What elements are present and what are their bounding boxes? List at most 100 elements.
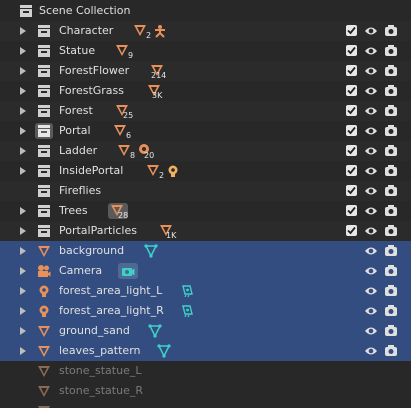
collection-row-insideportal[interactable]: InsidePortal 2 xyxy=(0,161,411,181)
collection-row-ladder[interactable]: Ladder 8 20 xyxy=(0,141,411,161)
collection-row-statue[interactable]: Statue 9 xyxy=(0,41,411,61)
collection-row-forest[interactable]: Forest 25 xyxy=(0,101,411,121)
mesh-child-icon[interactable]: 2 xyxy=(146,163,168,180)
expand-arrow-icon[interactable] xyxy=(20,27,26,35)
exclude-checkbox[interactable] xyxy=(346,205,357,216)
expand-arrow-icon[interactable] xyxy=(20,247,26,255)
eye-icon[interactable] xyxy=(364,345,378,357)
mesh-child-icon[interactable]: 8 xyxy=(117,143,139,160)
light-child-icon[interactable] xyxy=(166,164,180,178)
exclude-checkbox[interactable] xyxy=(346,125,357,136)
camera-render-icon[interactable] xyxy=(384,164,398,177)
eye-icon[interactable] xyxy=(364,145,378,157)
exclude-checkbox[interactable] xyxy=(346,45,357,56)
collection-row-trees[interactable]: Trees 28 xyxy=(0,201,411,221)
exclude-checkbox[interactable] xyxy=(346,225,357,236)
mesh-child-icon[interactable]: 214 xyxy=(150,63,174,80)
eye-icon[interactable] xyxy=(364,185,378,197)
collection-row-character[interactable]: Character 2 xyxy=(0,21,411,41)
camera-data-icon[interactable] xyxy=(121,264,135,278)
mesh-data-icon[interactable] xyxy=(157,344,171,358)
expand-arrow-icon[interactable] xyxy=(20,87,26,95)
expand-arrow-icon[interactable] xyxy=(20,107,26,115)
collection-row-portalparticles[interactable]: PortalParticles 1K xyxy=(0,221,411,241)
camera-render-icon[interactable] xyxy=(384,104,398,117)
eye-icon[interactable] xyxy=(364,325,378,337)
expand-arrow-icon[interactable] xyxy=(20,47,26,55)
exclude-checkbox[interactable] xyxy=(346,185,357,196)
object-row-leaves-pattern[interactable]: leaves_pattern xyxy=(0,341,411,361)
expand-arrow-icon[interactable] xyxy=(20,227,26,235)
expand-arrow-icon[interactable] xyxy=(20,347,26,355)
mesh-child-icon[interactable]: 6 xyxy=(113,123,137,140)
empty-child-icon[interactable]: 20 xyxy=(138,143,162,160)
armature-icon[interactable] xyxy=(153,24,167,38)
object-row-partial[interactable] xyxy=(0,401,411,408)
eye-icon[interactable] xyxy=(364,105,378,117)
eye-icon[interactable] xyxy=(364,245,378,257)
collection-row-forestgrass[interactable]: ForestGrass 3K xyxy=(0,81,411,101)
object-row-forest-area-light-r[interactable]: forest_area_light_R xyxy=(0,301,411,321)
camera-render-icon[interactable] xyxy=(384,284,398,297)
camera-render-icon[interactable] xyxy=(384,24,398,37)
expand-arrow-icon[interactable] xyxy=(20,127,26,135)
camera-render-icon[interactable] xyxy=(384,64,398,77)
exclude-checkbox[interactable] xyxy=(346,105,357,116)
object-row-stone-statue-l[interactable]: stone_statue_L xyxy=(0,361,411,381)
camera-render-icon[interactable] xyxy=(384,184,398,197)
object-row-ground-sand[interactable]: ground_sand xyxy=(0,321,411,341)
expand-arrow-icon[interactable] xyxy=(20,307,26,315)
camera-render-icon[interactable] xyxy=(384,304,398,317)
collection-row-portal[interactable]: Portal 6 xyxy=(0,121,411,141)
mesh-child-icon[interactable]: 9 xyxy=(115,43,139,60)
camera-render-icon[interactable] xyxy=(384,224,398,237)
camera-render-icon[interactable] xyxy=(384,344,398,357)
mesh-child-icon[interactable]: 25 xyxy=(115,103,139,120)
exclude-checkbox[interactable] xyxy=(346,25,357,36)
mesh-child-icon[interactable]: 28 xyxy=(110,203,132,220)
camera-render-icon[interactable] xyxy=(384,204,398,217)
camera-render-icon[interactable] xyxy=(384,264,398,277)
collection-row-fireflies[interactable]: Fireflies xyxy=(0,181,411,201)
eye-icon[interactable] xyxy=(364,25,378,37)
object-row-background[interactable]: background xyxy=(0,241,411,261)
object-row-forest-area-light-l[interactable]: forest_area_light_L xyxy=(0,281,411,301)
eye-icon[interactable] xyxy=(364,305,378,317)
eye-icon[interactable] xyxy=(364,125,378,137)
camera-render-icon[interactable] xyxy=(384,244,398,257)
camera-render-icon[interactable] xyxy=(384,144,398,157)
scene-collection-row[interactable]: Scene Collection xyxy=(0,1,411,21)
eye-icon[interactable] xyxy=(364,85,378,97)
collection-row-forestflower[interactable]: ForestFlower 214 xyxy=(0,61,411,81)
light-data-icon[interactable] xyxy=(180,304,194,318)
mesh-child-icon[interactable]: 3K xyxy=(147,83,171,100)
light-data-icon[interactable] xyxy=(180,284,194,298)
exclude-checkbox[interactable] xyxy=(346,145,357,156)
expand-arrow-icon[interactable] xyxy=(20,67,26,75)
camera-render-icon[interactable] xyxy=(384,124,398,137)
eye-icon[interactable] xyxy=(364,165,378,177)
eye-icon[interactable] xyxy=(364,225,378,237)
mesh-data-icon[interactable] xyxy=(144,244,158,258)
eye-icon[interactable] xyxy=(364,265,378,277)
eye-icon[interactable] xyxy=(364,45,378,57)
exclude-checkbox[interactable] xyxy=(346,85,357,96)
camera-render-icon[interactable] xyxy=(384,84,398,97)
exclude-checkbox[interactable] xyxy=(346,165,357,176)
mesh-data-icon[interactable] xyxy=(148,324,162,338)
object-row-stone-statue-r[interactable]: stone_statue_R xyxy=(0,381,411,401)
eye-icon[interactable] xyxy=(364,205,378,217)
mesh-child-icon[interactable]: 1K xyxy=(159,223,183,240)
eye-icon[interactable] xyxy=(364,285,378,297)
exclude-checkbox[interactable] xyxy=(346,65,357,76)
expand-arrow-icon[interactable] xyxy=(20,327,26,335)
expand-arrow-icon[interactable] xyxy=(20,287,26,295)
expand-arrow-icon[interactable] xyxy=(20,207,26,215)
expand-arrow-icon[interactable] xyxy=(20,267,26,275)
object-row-camera[interactable]: Camera xyxy=(0,261,411,281)
eye-icon[interactable] xyxy=(364,65,378,77)
camera-render-icon[interactable] xyxy=(384,44,398,57)
expand-arrow-icon[interactable] xyxy=(20,167,26,175)
expand-arrow-icon[interactable] xyxy=(20,147,26,155)
camera-render-icon[interactable] xyxy=(384,324,398,337)
